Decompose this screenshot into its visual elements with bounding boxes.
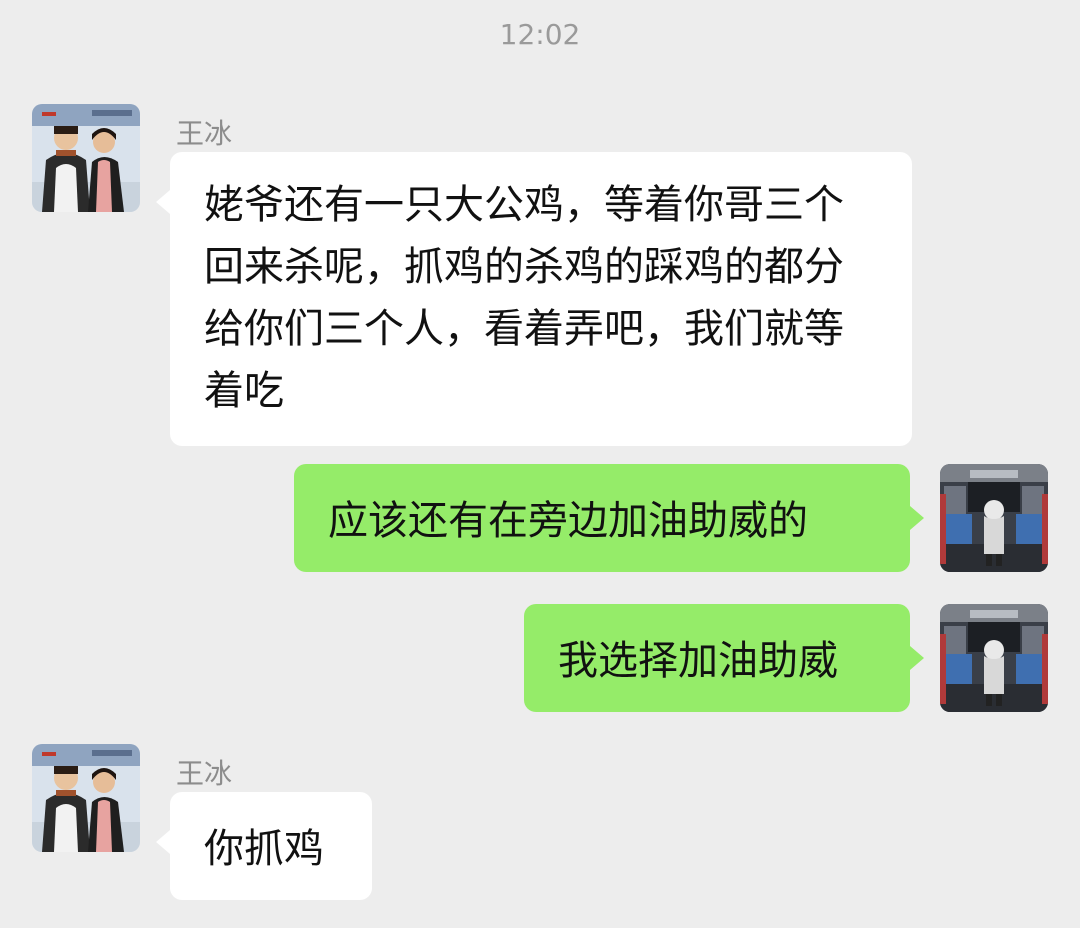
contact-avatar-photo	[32, 104, 140, 212]
message-text: 应该还有在旁边加油助威的	[328, 498, 808, 544]
sender-name: 王冰	[176, 757, 233, 790]
incoming-message-bubble[interactable]: 姥爷还有一只大公鸡，等着你哥三个回来杀呢，抓鸡的杀鸡的踩鸡的都分给你们三个人，看…	[156, 152, 912, 446]
my-avatar-photo	[940, 464, 1048, 572]
my-avatar[interactable]	[940, 464, 1048, 572]
incoming-message-bubble[interactable]: 你抓鸡	[156, 792, 372, 900]
contact-avatar[interactable]	[32, 104, 140, 212]
outgoing-message-bubble[interactable]: 我选择加油助威	[524, 604, 924, 712]
my-avatar[interactable]	[940, 604, 1048, 712]
message-timestamp: 12:02	[499, 18, 581, 51]
message-text: 姥爷还有一只大公鸡，等着你哥三个回来杀呢，抓鸡的杀鸡的踩鸡的都分给你们三个人，看…	[204, 182, 844, 414]
my-avatar-photo	[940, 604, 1048, 712]
sender-name: 王冰	[176, 117, 233, 150]
message-text: 你抓鸡	[204, 826, 324, 872]
contact-avatar[interactable]	[32, 744, 140, 852]
message-text: 我选择加油助威	[558, 638, 838, 684]
outgoing-message-bubble[interactable]: 应该还有在旁边加油助威的	[294, 464, 924, 572]
contact-avatar-photo	[32, 744, 140, 852]
